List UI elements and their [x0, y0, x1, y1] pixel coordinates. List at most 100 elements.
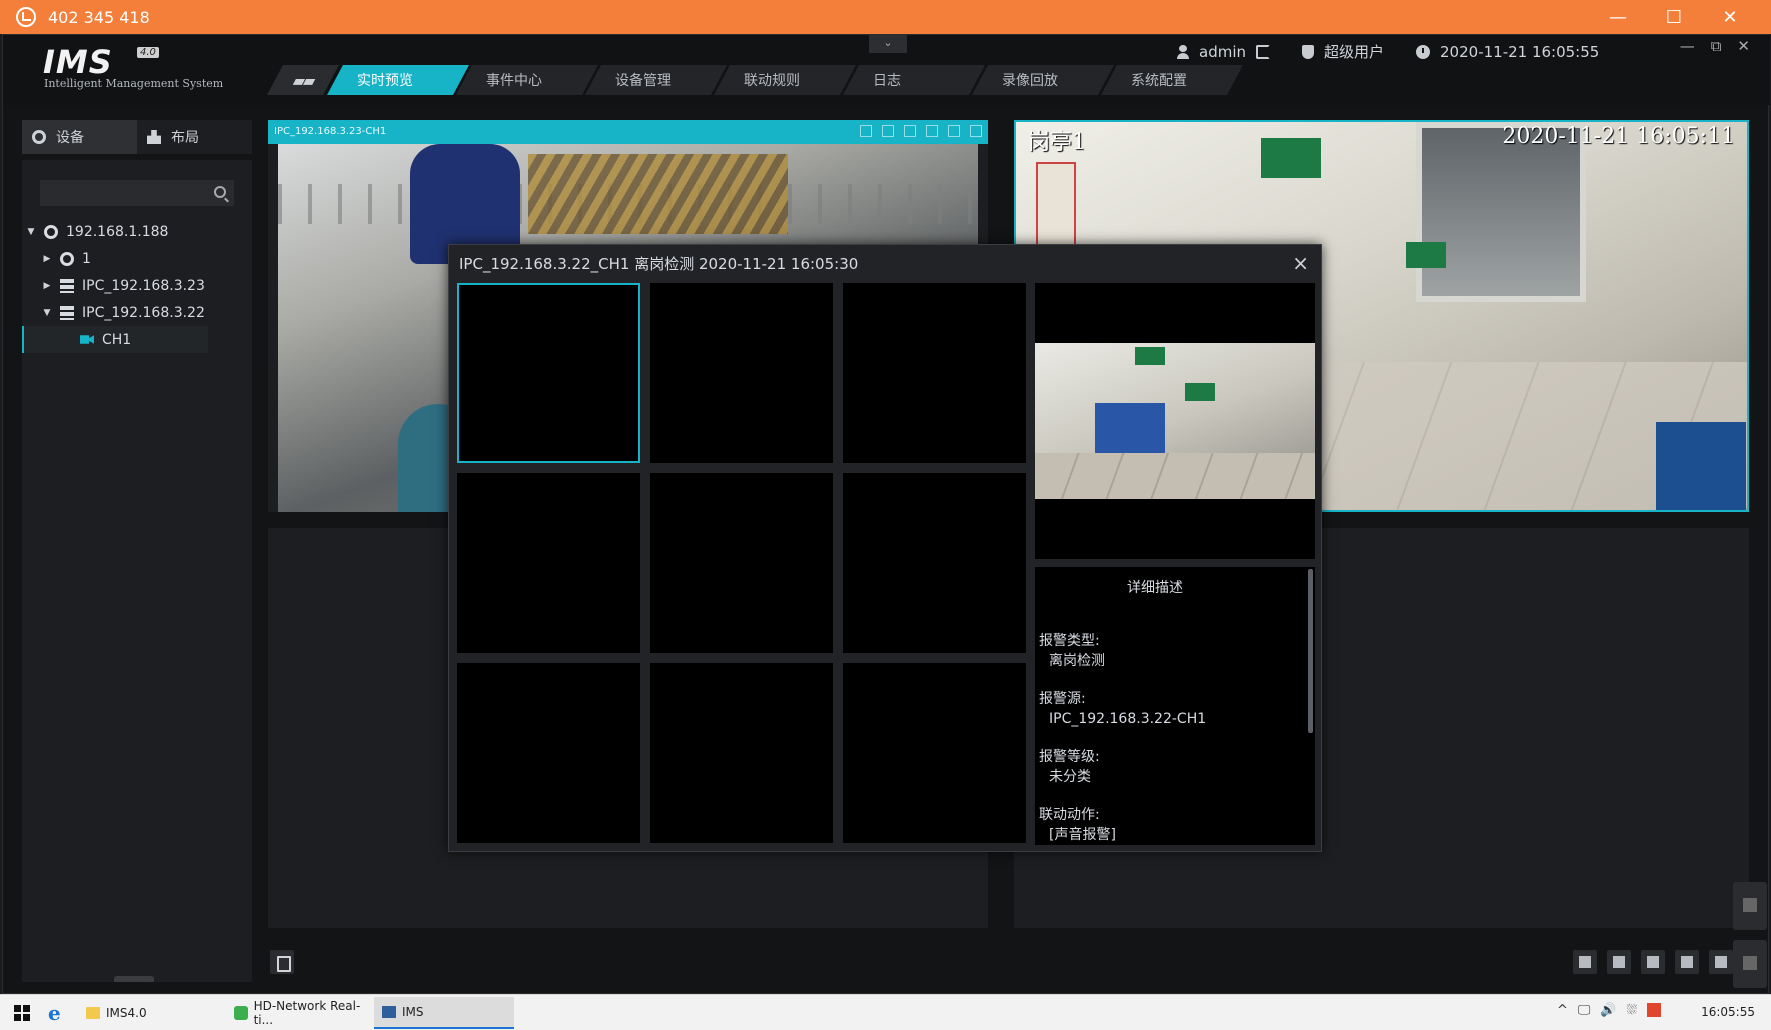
- logout-icon[interactable]: [1256, 44, 1270, 59]
- tree-node-root[interactable]: ▼ 192.168.1.188: [22, 218, 252, 245]
- user-icon: [1177, 44, 1189, 59]
- tab-log[interactable]: 日志: [843, 65, 985, 95]
- fullscreen-button[interactable]: [1709, 950, 1733, 974]
- layout-button[interactable]: [1641, 950, 1665, 974]
- internet-explorer-icon[interactable]: e: [48, 1001, 68, 1025]
- alarm-snapshot-thumb[interactable]: [843, 283, 1026, 463]
- globe-icon: [44, 224, 58, 239]
- alarm-snapshot-thumb[interactable]: [650, 473, 833, 653]
- windows-taskbar: e IMS4.0 HD-Network Real-ti... IMS ^ 🖵 🔊…: [0, 994, 1771, 1030]
- alarm-preview-image: [1035, 343, 1315, 499]
- alarm-snapshot-thumb[interactable]: [457, 663, 640, 843]
- zoom-icon[interactable]: [882, 125, 894, 137]
- snapshot-icon[interactable]: [926, 125, 938, 137]
- app-header: IMS 4.0 Intelligent Management System ⌄ …: [3, 35, 1770, 105]
- alarm-preview: [1035, 283, 1315, 559]
- tree-node-ch1[interactable]: CH1: [22, 326, 208, 353]
- tree-node-ipc-23[interactable]: ▶ IPC_192.168.3.23: [22, 272, 252, 299]
- alarm-snapshot-thumb[interactable]: [843, 473, 1026, 653]
- alarm-snapshot-thumb[interactable]: [650, 663, 833, 843]
- header-datetime: 2020-11-21 16:05:55: [1440, 42, 1600, 61]
- sidebar-collapse-handle[interactable]: [114, 976, 154, 982]
- remote-desktop-title: 402 345 418: [48, 7, 150, 27]
- alarm-detail-dialog: IPC_192.168.3.22_CH1 离岗检测 2020-11-21 16:…: [448, 244, 1322, 852]
- collapse-arrow-icon[interactable]: ▶: [42, 254, 52, 264]
- system-tray: ^ 🖵 🔊 ⛆: [1557, 1003, 1661, 1018]
- tray-overflow-icon[interactable]: ^: [1557, 1003, 1568, 1018]
- taskbar-item-hd-network[interactable]: HD-Network Real-ti...: [226, 997, 376, 1029]
- details-title: 详细描述: [1127, 580, 1183, 596]
- alarm-snapshot-thumb[interactable]: [457, 283, 640, 463]
- save-layout-button[interactable]: [270, 950, 294, 974]
- alarm-snapshot-thumb[interactable]: [650, 283, 833, 463]
- rd-maximize-button[interactable]: ☐: [1651, 7, 1697, 28]
- expand-arrow-icon[interactable]: ▼: [42, 308, 52, 318]
- sidebar-tab-devices[interactable]: 设备: [22, 120, 137, 154]
- alarm-source-value: IPC_192.168.3.22-CH1: [1049, 711, 1207, 727]
- tab-playback[interactable]: 录像回放: [972, 65, 1114, 95]
- alarm-type-label: 报警类型:: [1039, 633, 1100, 649]
- video-pane-1-header: IPC_192.168.3.23-CH1: [268, 120, 988, 144]
- app-close-button[interactable]: ✕: [1737, 37, 1750, 55]
- tab-device-management[interactable]: 设备管理: [585, 65, 727, 95]
- rd-minimize-button[interactable]: —: [1595, 7, 1641, 28]
- username: admin: [1199, 42, 1246, 61]
- taskbar-clock[interactable]: 16:05:55: [1701, 1005, 1755, 1019]
- ime-icon[interactable]: ⛆: [1627, 1003, 1637, 1018]
- windows-start-icon[interactable]: [14, 1005, 30, 1021]
- taskbar-item-ims40[interactable]: IMS4.0: [78, 997, 228, 1029]
- linkage-action-value: [声音报警]: [1049, 827, 1116, 843]
- osd-timestamp: 2020-11-21 16:05:11: [1502, 124, 1735, 149]
- sidebar: 设备 布局 ▼ 192.168.1.188 ▶ 1 ▶ IPC_192.168.…: [22, 120, 252, 982]
- audio-icon[interactable]: [948, 125, 960, 137]
- clock-icon: [1416, 44, 1431, 59]
- tab-linkage-rules[interactable]: 联动规则: [714, 65, 856, 95]
- app-minimize-button[interactable]: —: [1680, 37, 1695, 55]
- alarm-details-panel: 详细描述 报警类型: 离岗检测 报警源: IPC_192.168.3.22-CH…: [1035, 567, 1315, 845]
- alarm-toggle-button[interactable]: [1607, 950, 1631, 974]
- dialog-title: IPC_192.168.3.22_CH1 离岗检测 2020-11-21 16:…: [459, 255, 859, 273]
- ptz-icon[interactable]: [860, 125, 872, 137]
- tab-system-config[interactable]: 系统配置: [1101, 65, 1243, 95]
- alarm-snapshot-thumb[interactable]: [843, 663, 1026, 843]
- server-icon: [60, 305, 74, 320]
- alarm-snapshot-thumb[interactable]: [457, 473, 640, 653]
- ims-logo: IMS: [43, 43, 113, 81]
- details-scrollbar[interactable]: [1308, 569, 1313, 733]
- dialog-close-button[interactable]: ×: [1292, 251, 1309, 275]
- device-search-input[interactable]: [40, 180, 234, 206]
- search-icon[interactable]: [214, 186, 226, 198]
- tree-node-ipc-22[interactable]: ▼ IPC_192.168.3.22: [22, 299, 252, 326]
- sogou-input-icon[interactable]: [1647, 1003, 1661, 1017]
- collapse-arrow-icon[interactable]: ▶: [42, 281, 52, 291]
- alarm-snapshot-grid: [457, 283, 1026, 845]
- tab-event-center[interactable]: 事件中心: [456, 65, 598, 95]
- sidebar-tab-layout[interactable]: 布局: [137, 120, 252, 154]
- split-screen-button[interactable]: [1573, 950, 1597, 974]
- header-dropdown-toggle[interactable]: ⌄: [869, 35, 907, 53]
- device-panel: ▼ 192.168.1.188 ▶ 1 ▶ IPC_192.168.3.23 ▼…: [22, 160, 252, 982]
- user-bar: admin 超级用户 2020-11-21 16:05:55: [1177, 41, 1623, 62]
- record-icon[interactable]: [904, 125, 916, 137]
- camera-icon: [80, 335, 94, 344]
- expand-arrow-icon[interactable]: ▼: [26, 227, 36, 237]
- app-restore-button[interactable]: ⧉: [1711, 37, 1722, 55]
- side-float-button-1[interactable]: [1733, 882, 1767, 930]
- alarm-level-value: 未分类: [1049, 769, 1091, 785]
- network-icon[interactable]: 🖵: [1578, 1003, 1591, 1018]
- osd-camera-name: 岗亭1: [1028, 130, 1086, 155]
- server-icon: [60, 278, 74, 293]
- taskbar-item-ims[interactable]: IMS: [374, 997, 514, 1029]
- layout-icon: [147, 130, 161, 144]
- rd-close-button[interactable]: ✕: [1707, 7, 1753, 28]
- volume-icon[interactable]: 🔊: [1600, 1003, 1616, 1018]
- remote-desktop-titlebar: 402 345 418 — ☐ ✕: [0, 0, 1771, 34]
- tab-live-preview[interactable]: 实时预览: [327, 65, 469, 95]
- device-icon: [32, 130, 46, 144]
- shield-icon: [1302, 44, 1314, 59]
- snapshot-button[interactable]: [1675, 950, 1699, 974]
- close-icon[interactable]: [970, 125, 982, 137]
- tree-node-group-1[interactable]: ▶ 1: [22, 245, 252, 272]
- side-float-button-2[interactable]: [1733, 940, 1767, 988]
- alarm-type-value: 离岗检测: [1049, 653, 1105, 669]
